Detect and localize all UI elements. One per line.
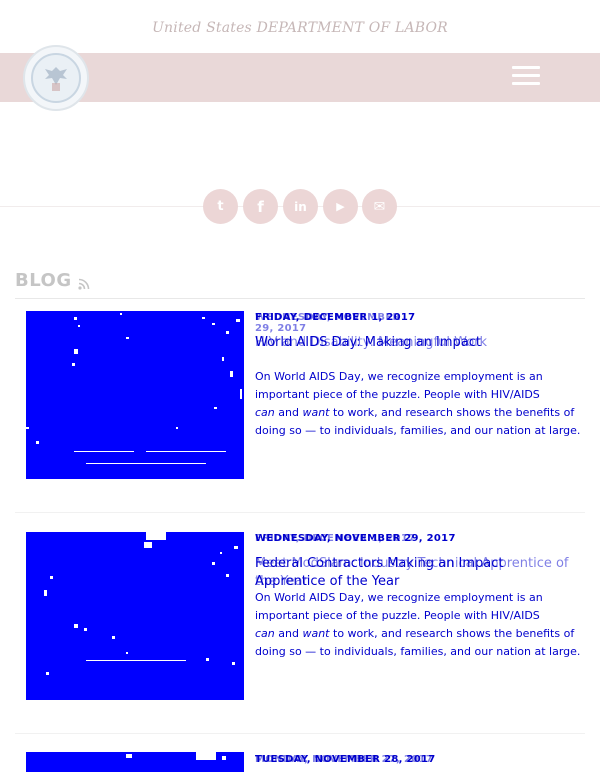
- facebook-button[interactable]: f: [243, 189, 278, 224]
- post-date-overlay: MONDAY, NOVEMBER 27, 2017: [255, 754, 434, 765]
- post-title-link[interactable]: World AIDS Day: Making an Impact HIV and…: [255, 334, 575, 352]
- post-date: FRIDAY, DECEMBER 1, 2017 WEDNESDAY, NOVE…: [255, 312, 416, 334]
- navbar: [0, 53, 600, 102]
- post-date-overlay: WEDNESDAY, NOVEMBER 29, 2017: [255, 312, 401, 334]
- blog-heading: BLOG: [15, 270, 90, 291]
- youtube-icon: ▶: [336, 200, 345, 213]
- agency-header-text: United States DEPARTMENT OF LABOR: [152, 20, 448, 36]
- map-thumbnail-image: [126, 752, 226, 760]
- email-icon: ✉: [373, 198, 386, 215]
- post-date: TUESDAY, NOVEMBER 28, 2017 MONDAY, NOVEM…: [255, 754, 436, 765]
- eagle-icon: [45, 67, 67, 91]
- dol-seal-logo[interactable]: [23, 45, 89, 111]
- rss-icon[interactable]: [78, 278, 90, 290]
- facebook-icon: f: [257, 197, 264, 216]
- post-title-overlay: HIV and Disability: Meaningful Work: [255, 335, 488, 350]
- email-button[interactable]: ✉: [362, 189, 397, 224]
- twitter-button[interactable]: t: [203, 189, 238, 224]
- post-excerpt: On World AIDS Day, we recognize employme…: [255, 370, 581, 437]
- linkedin-icon: in: [294, 199, 307, 214]
- youtube-button[interactable]: ▶: [323, 189, 358, 224]
- linkedin-button[interactable]: in: [283, 189, 318, 224]
- map-thumbnail-image: [26, 313, 242, 464]
- post-excerpt: On World AIDS Day, we recognize employme…: [255, 591, 581, 658]
- post-thumbnail[interactable]: [26, 532, 244, 700]
- post-separator: [15, 733, 585, 734]
- post-thumbnail[interactable]: [26, 311, 244, 479]
- post-separator: [15, 512, 585, 513]
- post-date-overlay: FRIDAY, DECEMBER 1, 2017: [255, 533, 416, 544]
- map-thumbnail-image: [44, 532, 238, 675]
- blog-rule: [15, 298, 585, 299]
- post-date: WEDNESDAY, NOVEMBER 29, 2017 FRIDAY, DEC…: [255, 533, 456, 544]
- blog-title[interactable]: BLOG: [15, 270, 72, 291]
- hamburger-menu-button[interactable]: [512, 66, 540, 86]
- post-title-link[interactable]: Federal Contractors Making an Impact Mee…: [255, 555, 575, 591]
- post-thumbnail[interactable]: [26, 752, 244, 772]
- twitter-icon: t: [217, 199, 224, 214]
